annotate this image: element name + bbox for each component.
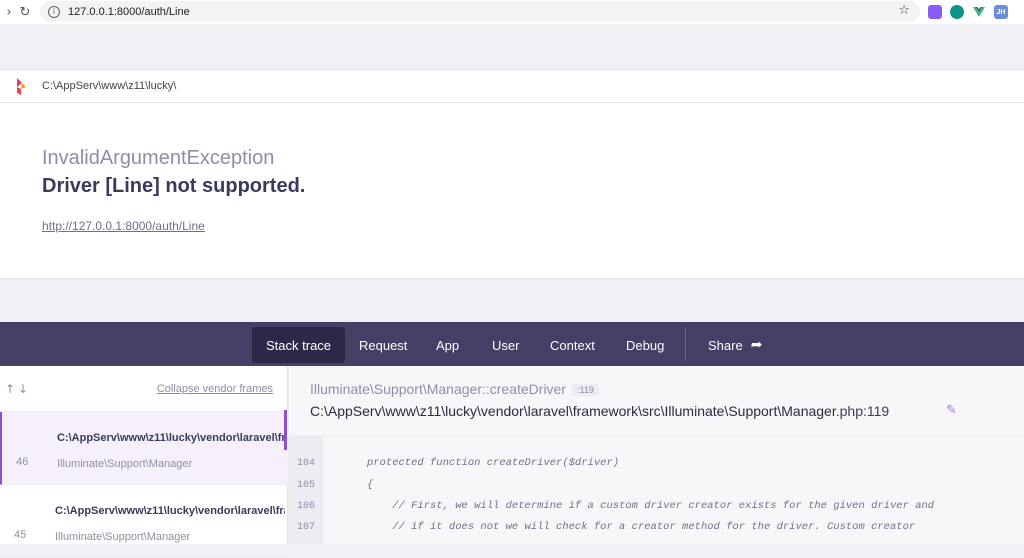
code-text: // First, we will determine if a custom … xyxy=(367,500,935,512)
frames-panel: ↑ ↓ Collapse vendor frames C:\AppServ\ww… xyxy=(0,366,288,558)
exception-url[interactable]: http://127.0.0.1:8000/auth/Line xyxy=(42,219,205,233)
exception-header: InvalidArgumentException Driver [Line] n… xyxy=(0,103,1024,279)
app-nav: C:\AppServ\www\z11\lucky\ xyxy=(0,69,1024,103)
stack-frame[interactable]: C:\AppServ\www\z11\lucky\vendor\laravel\… xyxy=(0,412,288,485)
share-label: Share xyxy=(708,337,743,353)
bookmark-star-icon[interactable]: ☆ xyxy=(898,3,910,18)
extension-icon-2[interactable] xyxy=(950,5,964,19)
extension-jh-icon[interactable]: JH xyxy=(994,5,1008,19)
frame-file: C:\AppServ\www\z11\lucky\vendor\laravel\… xyxy=(55,505,285,517)
frame-number: 45 xyxy=(14,529,27,541)
exception-message: Driver [Line] not supported. xyxy=(42,175,306,197)
code-text: { xyxy=(367,479,374,491)
code-text: // if it does not we will check for a cr… xyxy=(367,521,916,533)
tab-divider xyxy=(685,327,686,361)
frames-toolbar: ↑ ↓ Collapse vendor frames xyxy=(0,366,288,412)
code-line: 107 // if it does not we will check for … xyxy=(289,516,1024,538)
code-panel: Illuminate\Support\Manager::createDriver… xyxy=(289,366,1024,544)
code-header: Illuminate\Support\Manager::createDriver… xyxy=(289,366,1024,436)
line-number-pill: :119 xyxy=(572,384,599,397)
line-number: 107 xyxy=(296,521,315,533)
tab-app[interactable]: App xyxy=(422,327,473,363)
file-extension-line: .php:119 xyxy=(835,403,890,419)
tab-request[interactable]: Request xyxy=(345,327,421,363)
line-number: 106 xyxy=(296,500,315,512)
line-number: 104 xyxy=(296,457,315,469)
extension-icon-1[interactable] xyxy=(928,5,942,19)
frame-class: Illuminate\Support\Manager xyxy=(55,531,191,543)
browser-toolbar: › ↻ i 127.0.0.1:8000/auth/Line ☆ JH xyxy=(0,0,1024,24)
arrow-down-icon[interactable]: ↓ xyxy=(18,382,28,396)
arrow-up-icon[interactable]: ↑ xyxy=(5,382,15,396)
tab-share[interactable]: Share ➦ xyxy=(694,327,776,363)
line-number: 105 xyxy=(296,479,315,491)
collapse-vendor-frames-link[interactable]: Collapse vendor frames xyxy=(157,383,273,395)
frames-scrollbar[interactable] xyxy=(284,410,287,450)
tab-debug[interactable]: Debug xyxy=(612,327,678,363)
stack-frame[interactable]: C:\AppServ\www\z11\lucky\vendor\laravel\… xyxy=(0,485,288,558)
frame-number: 46 xyxy=(16,456,29,468)
tab-bar: Stack trace Request App User Context Deb… xyxy=(0,322,1024,366)
code-class-method: Illuminate\Support\Manager::createDriver… xyxy=(310,381,599,397)
code-line: 105 { xyxy=(289,474,1024,496)
edit-pencil-icon[interactable]: ✎ xyxy=(946,403,957,418)
code-text: protected function createDriver($driver) xyxy=(367,457,620,469)
app-path: C:\AppServ\www\z11\lucky\ xyxy=(42,80,177,92)
frame-file: C:\AppServ\www\z11\lucky\vendor\laravel\… xyxy=(57,432,287,444)
code-line: 104 protected function createDriver($dri… xyxy=(289,452,1024,474)
class-method-text: Illuminate\Support\Manager::createDriver xyxy=(310,381,567,397)
tab-context[interactable]: Context xyxy=(536,327,609,363)
address-url[interactable]: 127.0.0.1:8000/auth/Line xyxy=(68,6,190,18)
exception-class: InvalidArgumentException xyxy=(42,147,275,169)
code-line: 106 // First, we will determine if a cus… xyxy=(289,495,1024,517)
tab-user[interactable]: User xyxy=(478,327,533,363)
tab-stack-trace[interactable]: Stack trace xyxy=(252,327,346,363)
code-file-path[interactable]: C:\AppServ\www\z11\lucky\vendor\laravel\… xyxy=(310,403,889,419)
site-info-icon[interactable]: i xyxy=(48,5,60,18)
file-path-text: C:\AppServ\www\z11\lucky\vendor\laravel\… xyxy=(310,403,836,419)
share-icon: ➦ xyxy=(750,337,763,353)
frame-class: Illuminate\Support\Manager xyxy=(57,458,193,470)
reload-icon[interactable]: ↻ xyxy=(16,2,34,22)
ignition-logo-icon xyxy=(17,78,26,95)
vue-devtools-icon[interactable] xyxy=(972,5,986,19)
address-bar[interactable]: i 127.0.0.1:8000/auth/Line ☆ xyxy=(40,1,920,22)
